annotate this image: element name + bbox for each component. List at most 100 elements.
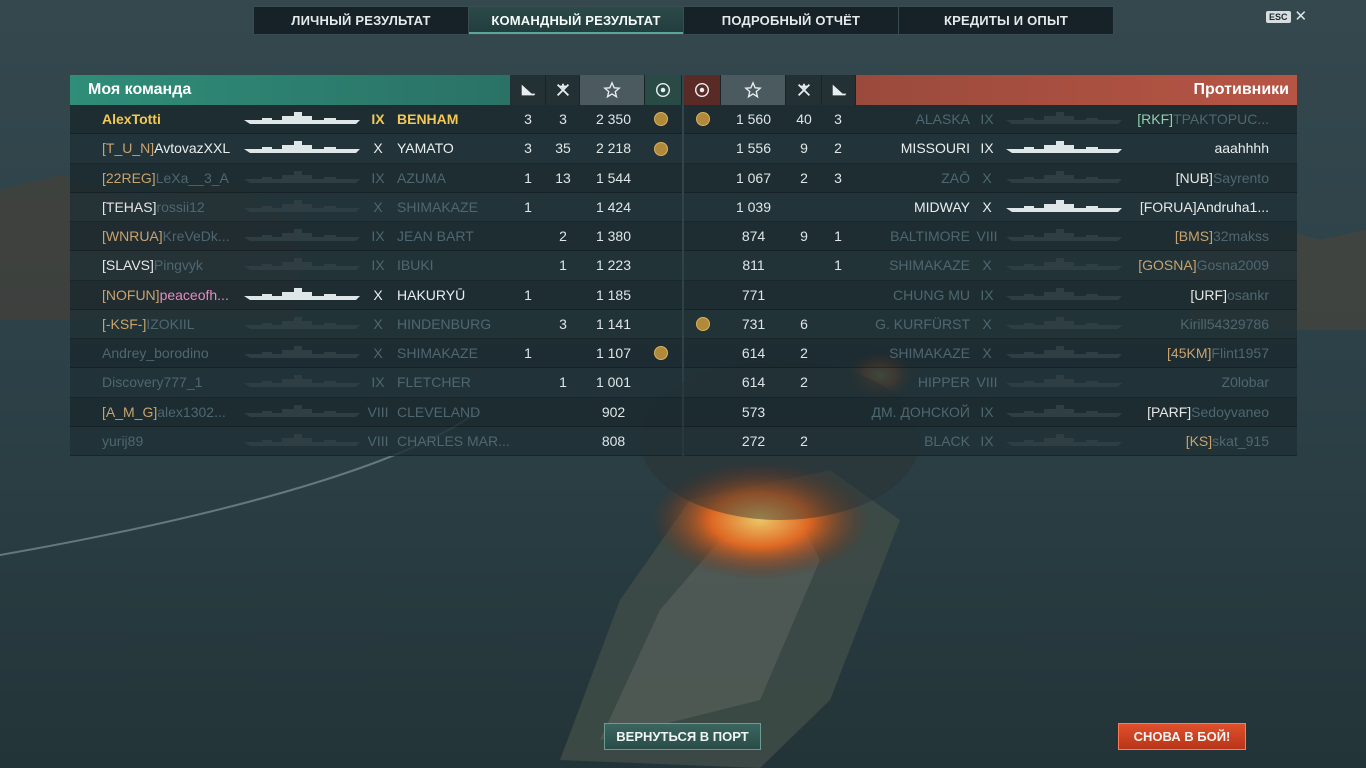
return-to-port-button[interactable]: Вернуться в порт bbox=[604, 723, 761, 750]
player-name: aaahhhh bbox=[1214, 140, 1269, 157]
player-clan-tag: [PARF] bbox=[1147, 403, 1192, 420]
ship-tier: IX bbox=[980, 432, 994, 449]
player-name-cell: [PARF]Sedoyvaneo bbox=[1147, 398, 1269, 427]
ship-silhouette-icon bbox=[242, 105, 362, 134]
player-row[interactable]: [T_U_N]AvtovazXXL X YAMATO 3 35 2 218 bbox=[70, 134, 682, 164]
result-tabs: Личный результат Командный результат Под… bbox=[253, 6, 1114, 35]
base-xp-score: 1 223 bbox=[595, 257, 632, 274]
base-xp-score: 1 544 bbox=[595, 169, 632, 186]
tab-team-result[interactable]: Командный результат bbox=[469, 7, 684, 34]
planes-destroyed bbox=[551, 281, 575, 310]
tab-personal-result[interactable]: Личный результат bbox=[254, 7, 469, 34]
ship-silhouette-icon bbox=[242, 222, 362, 251]
planes-destroyed bbox=[551, 398, 575, 427]
ship-tier: IX bbox=[371, 257, 385, 274]
battle-again-button[interactable]: Снова в бой! bbox=[1118, 723, 1246, 750]
player-row[interactable]: AlexTotti IX BENHAM 3 3 2 350 bbox=[70, 105, 682, 135]
ship-tier: IX bbox=[980, 403, 994, 420]
player-clan-tag: [TEHAS] bbox=[102, 198, 157, 215]
planes-destroyed: 40 bbox=[796, 111, 812, 127]
player-name: alex1302... bbox=[157, 403, 226, 420]
close-button[interactable]: ESC ✕ bbox=[1266, 8, 1308, 25]
planes-destroyed bbox=[791, 251, 817, 280]
ship-name: SHIMAKAZE bbox=[889, 257, 970, 274]
ship-name: SHIMAKAZE bbox=[397, 345, 478, 361]
player-row[interactable]: 573 ДМ. ДОНСКОЙ IX [PARF]Sedoyvaneo bbox=[684, 397, 1297, 427]
ships-destroyed: 2 bbox=[834, 140, 842, 157]
ship-tier: VIII bbox=[367, 403, 389, 420]
my-team-title: Моя команда bbox=[70, 75, 510, 105]
player-name: Andruha1... bbox=[1196, 198, 1269, 215]
player-clan-tag: [NUB] bbox=[1175, 169, 1213, 186]
ships-destroyed: 3 bbox=[524, 111, 532, 127]
player-row[interactable]: [SLAVS]Pingvyk IX IBUKI 1 1 223 bbox=[70, 251, 682, 281]
player-row[interactable]: [TEHAS]rossii12 X SHIMAKAZE 1 1 424 bbox=[70, 192, 682, 222]
player-row[interactable]: 1 067 2 3 ZAŌ X [NUB]Sayrento bbox=[684, 163, 1297, 193]
player-row[interactable]: Discovery777_1 IX FLETCHER 1 1 001 bbox=[70, 368, 682, 398]
ship-silhouette-icon bbox=[1004, 134, 1124, 163]
ship-silhouette-icon bbox=[1004, 164, 1124, 193]
base-capture-icon bbox=[684, 75, 721, 105]
planes-destroyed: 3 bbox=[559, 111, 567, 127]
ships-destroyed bbox=[516, 427, 540, 456]
player-name-cell: yurij89 bbox=[102, 427, 143, 456]
base-xp-score: 2 218 bbox=[595, 140, 632, 157]
ships-destroyed: 1 bbox=[524, 169, 532, 186]
ship-name: HAKURYŪ bbox=[397, 286, 466, 303]
player-row[interactable]: [WNRUA]KreVeDk... IX JEAN BART 2 1 380 bbox=[70, 222, 682, 252]
player-name-cell: [22REG]LeXa__3_A bbox=[102, 164, 229, 193]
base-xp-score: 731 bbox=[741, 315, 766, 332]
player-name-cell: [SLAVS]Pingvyk bbox=[102, 251, 203, 280]
ship-name: HINDENBURG bbox=[397, 315, 492, 332]
player-name: AvtovazXXL bbox=[154, 140, 231, 157]
ship-name: JEAN BART bbox=[397, 228, 474, 244]
player-row[interactable]: 731 6 G. KURFÜRST X Kirill54329786 bbox=[684, 309, 1297, 339]
player-name: Flint1957 bbox=[1211, 345, 1269, 361]
player-name: peaceofh... bbox=[159, 286, 229, 303]
ships-destroyed: 3 bbox=[834, 169, 842, 186]
player-row[interactable]: [-KSF-]IZOKIIL X HINDENBURG 3 1 141 bbox=[70, 309, 682, 339]
ships-destroyed bbox=[826, 281, 850, 310]
player-row[interactable]: 614 2 SHIMAKAZE X [45KM]Flint1957 bbox=[684, 339, 1297, 369]
ships-destroyed: 3 bbox=[834, 111, 842, 127]
base-xp-score: 614 bbox=[741, 374, 766, 391]
player-clan-tag: [45KM] bbox=[1167, 345, 1212, 361]
medal-icon bbox=[654, 134, 668, 163]
tab-credits-xp[interactable]: Кредиты и опыт bbox=[899, 7, 1113, 34]
player-row[interactable]: 614 2 HIPPER VIII Z0lobar bbox=[684, 368, 1297, 398]
ships-destroyed bbox=[826, 310, 850, 339]
enemy-team-rows: 1 560 40 3 ALASKA IX [RKF]TPAKTOPUC... 1 556 9 2… bbox=[684, 105, 1297, 456]
player-row[interactable]: [NOFUN]peaceofh... X HAKURYŪ 1 1 185 bbox=[70, 280, 682, 310]
ship-name: G. KURFÜRST bbox=[875, 315, 970, 332]
player-row[interactable]: 1 039 MIDWAY X [FORUA]Andruha1... bbox=[684, 192, 1297, 222]
player-row[interactable]: [22REG]LeXa__3_A IX AZUMA 1 13 1 544 bbox=[70, 163, 682, 193]
player-row[interactable]: 811 1 SHIMAKAZE X [GOSNA]Gosna2009 bbox=[684, 251, 1297, 281]
ship-silhouette-icon bbox=[242, 427, 362, 456]
planes-destroyed bbox=[551, 427, 575, 456]
player-row[interactable]: Andrey_borodino X SHIMAKAZE 1 1 107 bbox=[70, 339, 682, 369]
player-name: Gosna2009 bbox=[1196, 257, 1269, 274]
ship-silhouette-icon bbox=[1004, 310, 1124, 339]
ship-tier: X bbox=[982, 169, 992, 186]
medal-icon bbox=[696, 310, 710, 339]
player-row[interactable]: 874 9 1 BALTIMORE VIII [BMS]32makss bbox=[684, 222, 1297, 252]
ship-tier: X bbox=[373, 315, 383, 332]
player-name-cell: [URF]osankr bbox=[1190, 281, 1269, 310]
player-row[interactable]: yurij89 VIII CHARLES MAR... 808 bbox=[70, 426, 682, 456]
close-icon: ✕ bbox=[1294, 8, 1308, 25]
player-clan-tag: [GOSNA] bbox=[1138, 257, 1197, 274]
plane-kill-icon bbox=[786, 75, 822, 105]
ship-name: AZUMA bbox=[397, 169, 446, 186]
player-name-cell: [BMS]32makss bbox=[1175, 222, 1269, 251]
player-row[interactable]: 771 CHUNG MU IX [URF]osankr bbox=[684, 280, 1297, 310]
tab-detailed-report[interactable]: Подробный отчёт bbox=[684, 7, 899, 34]
planes-destroyed: 2 bbox=[559, 228, 567, 244]
player-row[interactable]: 1 560 40 3 ALASKA IX [RKF]TPAKTOPUC... bbox=[684, 105, 1297, 135]
player-name: AlexTotti bbox=[102, 111, 161, 127]
player-row[interactable]: 1 556 9 2 MISSOURI IX aaahhhh bbox=[684, 134, 1297, 164]
player-name-cell: AlexTotti bbox=[102, 105, 161, 134]
star-score-icon bbox=[721, 75, 786, 105]
player-row[interactable]: [A_M_G]alex1302... VIII CLEVELAND 902 bbox=[70, 397, 682, 427]
ship-name: IBUKI bbox=[397, 257, 434, 274]
player-row[interactable]: 272 2 BLACK IX [KS]skat_915 bbox=[684, 426, 1297, 456]
